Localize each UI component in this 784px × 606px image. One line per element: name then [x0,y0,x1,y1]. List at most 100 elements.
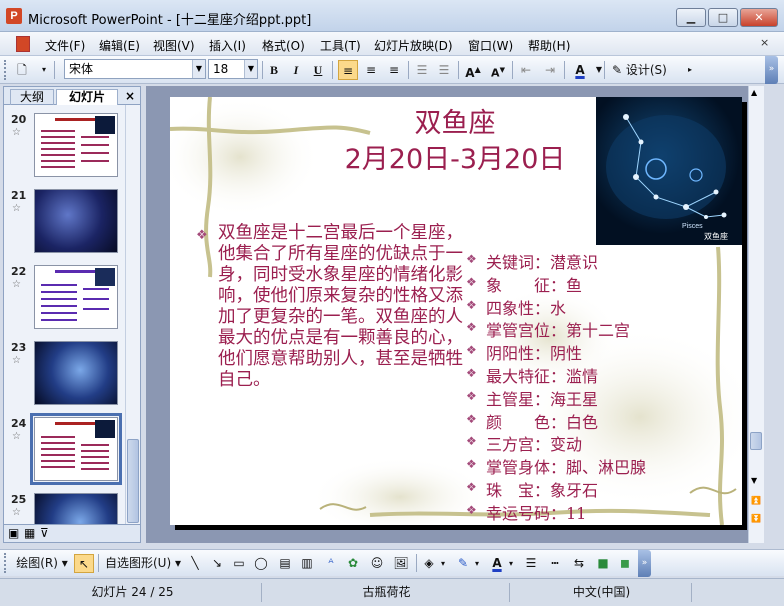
menu-slideshow[interactable]: 幻灯片放映(D) [374,37,453,54]
current-slide[interactable]: 双鱼座 2月20日-3月20日 Pisces 双鱼座 ❖ 双鱼座是十二宫最后一个… [170,97,742,525]
attribute-text: 最大特征：滥情 [486,366,599,386]
wordart-icon[interactable]: ᴬ [322,554,340,573]
menu-insert[interactable]: 插入(I) [209,37,246,54]
line-icon[interactable]: ╲ [186,554,204,573]
shadow-style-icon[interactable]: ■ [594,554,612,573]
attributes-list[interactable]: ❖ 关键词：潜意识 ❖ 象 征：鱼 ❖ 四象性：水 ❖ 掌管宫位：第十二宫 ❖ 阴阳性：阴… [466,249,736,523]
tab-outline[interactable]: 大纲 [10,89,54,105]
powerpoint-icon[interactable]: P [6,8,22,24]
font-name-dropdown-icon[interactable]: ▼ [192,60,205,78]
tab-slides[interactable]: 幻灯片 [56,89,118,105]
line-color-icon[interactable]: ✎ [454,554,472,573]
bullet-list-icon[interactable]: ☰ [434,60,454,80]
drawing-toolbar-chevron-icon[interactable]: » [638,550,651,577]
menu-format[interactable]: 格式(O) [262,37,305,54]
arrow-style-icon[interactable]: ⇆ [570,554,588,573]
thumbnail-image-selected[interactable] [30,413,122,485]
toolbar-more-icon[interactable]: ▸ [680,60,700,80]
bold-button[interactable]: B [264,60,284,80]
menu-file[interactable]: 文件(F) [45,37,85,54]
dash-style-icon[interactable]: ┅ [546,554,564,573]
document-icon[interactable] [16,36,30,52]
fill-color-dropdown-icon[interactable]: ▾ [438,554,448,573]
slide-thumbnail-21[interactable]: 21 ☆ [4,189,126,255]
grow-font-icon[interactable]: A▲ [463,60,483,80]
thumbnail-image[interactable] [34,189,118,253]
align-right-icon[interactable]: ≡ [384,60,404,80]
3d-style-icon[interactable]: ◼ [616,554,634,573]
slide-thumbnail-22[interactable]: 22 ☆ [4,265,126,331]
underline-button[interactable]: U [308,60,328,80]
font-name-combo[interactable]: 宋体 ▼ [64,59,206,79]
decrease-indent-icon[interactable]: ⇤ [516,60,536,80]
toolbar-grip[interactable] [4,60,7,80]
toolbar-grip[interactable] [4,553,7,573]
slideshow-view-icon[interactable]: ⊽ [40,526,49,540]
menu-view[interactable]: 视图(V) [153,37,195,54]
previous-slide-icon[interactable]: ⏫ [751,496,761,505]
pisces-constellation-image[interactable]: Pisces 双鱼座 [596,97,742,245]
slide-scrollbar[interactable]: ▲ ▼ ⏫ ⏬ [748,86,764,543]
close-panel-icon[interactable]: × [122,89,138,105]
menu-edit[interactable]: 编辑(E) [99,37,140,54]
slide-thumbnail-23[interactable]: 23 ☆ [4,341,126,407]
menu-help[interactable]: 帮助(H) [528,37,570,54]
scrollbar-thumb[interactable] [750,432,762,450]
thumbnail-image[interactable] [34,265,118,329]
italic-button[interactable]: I [286,60,306,80]
new-document-icon[interactable]: 🗋 [12,60,32,80]
close-button[interactable]: ✕ [740,8,778,27]
clip-art-icon[interactable]: ☺ [368,554,386,573]
align-left-icon[interactable]: ≡ [338,60,358,80]
line-color-dropdown-icon[interactable]: ▾ [472,554,482,573]
minimize-button[interactable]: ▁ [676,8,706,27]
animation-star-icon: ☆ [12,355,21,366]
font-size-combo[interactable]: 18 ▼ [208,59,258,79]
thumbnail-image[interactable] [34,341,118,405]
diagram-icon[interactable]: ✿ [344,554,362,573]
toolbar-options-icon[interactable]: ▾ [34,60,54,80]
fill-color-icon[interactable]: ◈ [420,554,438,573]
draw-font-color-dropdown-icon[interactable]: ▾ [506,554,516,573]
draw-font-color-icon[interactable]: A [488,554,506,573]
select-objects-icon[interactable]: ↖ [74,554,94,573]
thumbnail-scrollbar[interactable] [125,105,140,542]
scroll-down-icon[interactable]: ▼ [751,476,757,485]
thumbnail-image[interactable] [34,113,118,177]
numbered-list-icon[interactable]: ☰ [412,60,432,80]
font-color-dropdown-icon[interactable]: ▼ [589,60,609,80]
slide-thumbnail-20[interactable]: 20 ☆ [4,113,126,179]
menu-tools[interactable]: 工具(T) [320,37,361,54]
autoshapes-button[interactable]: 自选图形(U) ▾ [104,554,182,573]
insert-picture-icon[interactable]: 🖼 [392,554,410,573]
arrow-icon[interactable]: ↘ [208,554,226,573]
draw-menu-button[interactable]: 绘图(R) ▾ [12,554,72,573]
slide-thumbnail-24[interactable]: 24 ☆ [4,413,126,485]
menu-window[interactable]: 窗口(W) [468,37,513,54]
scroll-up-icon[interactable]: ▲ [751,88,757,97]
line-style-icon[interactable]: ☰ [522,554,540,573]
maximize-button[interactable]: □ [708,8,738,27]
close-document-icon[interactable]: × [760,36,769,49]
design-button[interactable]: ✎ 设计(S) [609,60,670,80]
normal-view-icon[interactable]: ▣ [8,526,19,540]
bullet-icon: ❖ [466,274,477,289]
text-box-icon[interactable]: ▤ [276,554,294,573]
next-slide-icon[interactable]: ⏬ [751,514,761,523]
thumbnail-image[interactable] [34,493,118,525]
slide-title[interactable]: 双鱼座 [310,101,600,140]
slide-date-range[interactable]: 2月20日-3月20日 [310,137,600,176]
shrink-font-icon[interactable]: A▼ [488,60,508,80]
font-color-icon[interactable]: A [570,60,590,80]
font-size-dropdown-icon[interactable]: ▼ [244,60,257,78]
description-text-box[interactable]: ❖ 双鱼座是十二宫最后一个星座，他集合了所有星座的优缺点于一身，同时受水象星座的… [196,223,466,391]
rectangle-icon[interactable]: ▭ [230,554,248,573]
oval-icon[interactable]: ◯ [252,554,270,573]
scrollbar-thumb[interactable] [127,439,139,523]
vertical-text-box-icon[interactable]: ▥ [298,554,316,573]
slide-thumbnail-25[interactable]: 25 ☆ [4,493,126,525]
toolbar-chevron-icon[interactable]: » [765,56,778,84]
increase-indent-icon[interactable]: ⇥ [540,60,560,80]
align-center-icon[interactable]: ≡ [361,60,381,80]
slide-sorter-view-icon[interactable]: ▦ [24,526,35,540]
